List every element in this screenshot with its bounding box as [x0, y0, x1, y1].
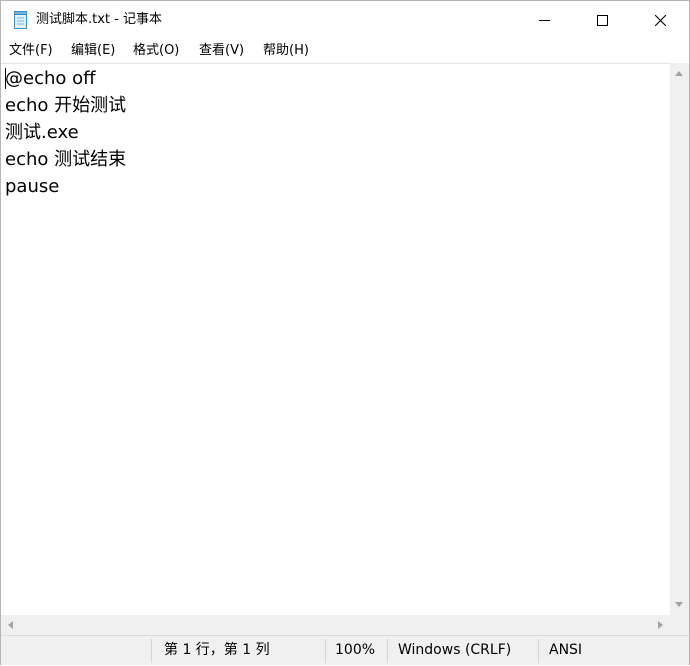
close-button[interactable] [631, 1, 689, 39]
scrollbar-corner [670, 615, 689, 635]
encoding: ANSI [549, 642, 583, 658]
minimize-button[interactable] [515, 1, 573, 39]
maximize-button[interactable] [573, 1, 631, 39]
status-divider [538, 639, 539, 663]
line-ending: Windows (CRLF) [398, 642, 512, 658]
status-divider [325, 639, 326, 663]
maximize-icon [596, 14, 608, 26]
minimize-icon [538, 15, 550, 26]
scroll-up-icon[interactable] [675, 71, 683, 76]
menu-view[interactable]: 查看(V) [197, 39, 246, 63]
cursor-position: 第 1 行，第 1 列 [164, 642, 270, 658]
notepad-window: 测试脚本.txt - 记事本 文件(F) 编辑(E) 格式(O) 查看(V) 帮… [0, 0, 690, 665]
editor-line: echo 测试结束 [5, 149, 127, 170]
menu-file[interactable]: 文件(F) [7, 39, 55, 63]
scroll-down-icon[interactable] [675, 602, 683, 607]
menu-help[interactable]: 帮助(H) [261, 39, 311, 63]
menu-format[interactable]: 格式(O) [131, 39, 181, 63]
title-bar[interactable]: 测试脚本.txt - 记事本 [1, 1, 689, 39]
menu-edit[interactable]: 编辑(E) [69, 39, 117, 63]
scroll-left-icon[interactable] [8, 621, 13, 629]
close-icon [654, 14, 666, 26]
status-divider [387, 639, 388, 663]
editor-line: echo 开始测试 [5, 95, 127, 116]
zoom-level: 100% [335, 642, 376, 658]
scroll-right-icon[interactable] [658, 621, 663, 629]
window-title: 测试脚本.txt - 记事本 [36, 12, 162, 27]
text-editor[interactable]: @echo off echo 开始测试 测试.exe echo 测试结束 pau… [1, 63, 670, 615]
editor-line: 测试.exe [5, 122, 79, 143]
editor-line: pause [5, 176, 60, 197]
status-bar: 第 1 行，第 1 列 100% Windows (CRLF) ANSI [1, 635, 689, 665]
status-divider [151, 639, 152, 663]
vertical-scrollbar[interactable] [670, 63, 689, 615]
editor-line: @echo off [5, 68, 96, 89]
notepad-icon [13, 11, 29, 29]
menu-bar: 文件(F) 编辑(E) 格式(O) 查看(V) 帮助(H) [1, 39, 689, 63]
horizontal-scrollbar[interactable] [1, 615, 670, 635]
